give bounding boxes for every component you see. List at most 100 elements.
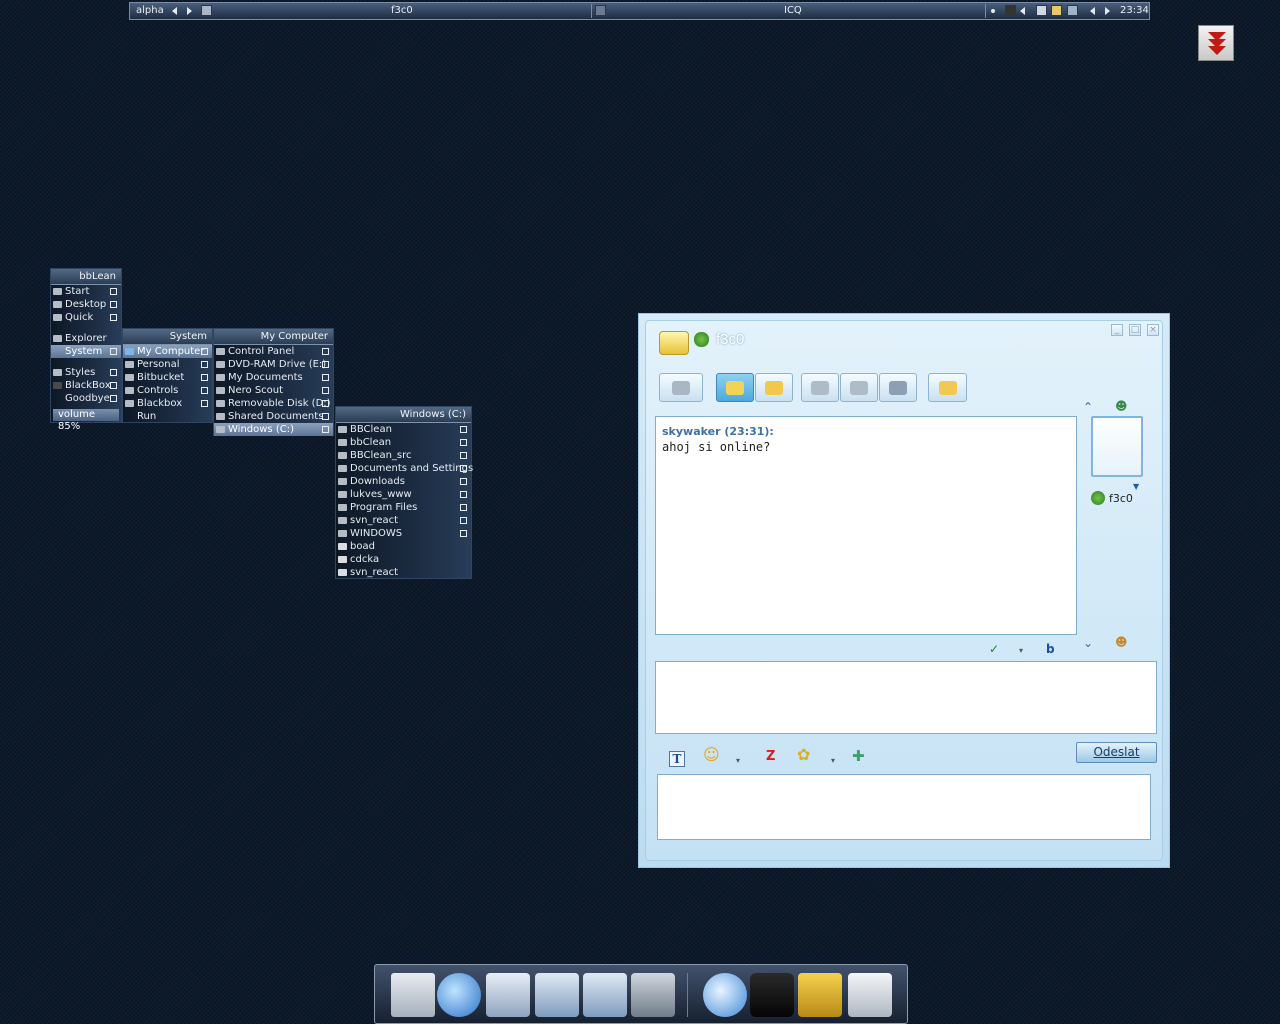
add-user-button[interactable]: [659, 373, 703, 402]
menu-item-lukves-www[interactable]: lukves_www: [336, 488, 471, 501]
avatar-dropdown-icon[interactable]: ▼: [1133, 480, 1139, 494]
collapse-up-icon[interactable]: ⌃: [1083, 400, 1093, 414]
xtraz-icon[interactable]: ✿: [797, 747, 810, 763]
file-transfer-icon: [938, 380, 957, 395]
folder-icon: [338, 465, 347, 472]
menu-item-bbclean-2[interactable]: bbClean: [336, 436, 471, 449]
text-format-icon[interactable]: T: [669, 751, 685, 767]
network-globe-icon[interactable]: [703, 973, 747, 1017]
computer-icon: [125, 348, 134, 355]
message-mode-button[interactable]: [716, 373, 754, 402]
contact-avatar[interactable]: [1091, 416, 1143, 477]
tray-checker-icon[interactable]: [1005, 5, 1016, 16]
menu-item-control-panel[interactable]: Control Panel: [214, 345, 333, 358]
tray-tool-icon[interactable]: [1067, 5, 1078, 16]
folder-icon: [338, 439, 347, 446]
tshirt-icon[interactable]: [750, 973, 794, 1017]
text-editor-icon[interactable]: [391, 973, 435, 1017]
zap-icon[interactable]: Z: [766, 750, 775, 764]
globe-icon[interactable]: [437, 973, 481, 1017]
music-folder-icon[interactable]: [535, 973, 579, 1017]
tray-network-icon[interactable]: [1036, 5, 1047, 16]
games-icon[interactable]: ✚: [852, 749, 865, 764]
menu-item-downloads[interactable]: Downloads: [336, 475, 471, 488]
documents-folder-icon[interactable]: [486, 973, 530, 1017]
dock-separator: [687, 973, 688, 1017]
menu-item-windows-c[interactable]: Windows (C:): [214, 423, 333, 436]
menu-item-goodbye[interactable]: Goodbye: [51, 392, 121, 405]
menu-item-start[interactable]: Start: [51, 285, 121, 298]
menu-item-boad[interactable]: boad: [336, 540, 471, 553]
menu-item-program-files[interactable]: Program Files: [336, 501, 471, 514]
minimize-button[interactable]: _: [1111, 324, 1123, 336]
menu-item-bbclean-src[interactable]: BBClean_src: [336, 449, 471, 462]
menu-item-nero-scout[interactable]: Nero Scout: [214, 384, 333, 397]
menu-item-svn-react-file[interactable]: svn_react: [336, 566, 471, 579]
menu-item-system[interactable]: System: [51, 345, 121, 358]
close-button[interactable]: ×: [1147, 324, 1159, 336]
xtraz-dropdown-icon[interactable]: ▾: [831, 754, 835, 768]
tray-dot-icon[interactable]: [991, 9, 995, 13]
window-task-icon[interactable]: [201, 5, 212, 16]
menu-item-run[interactable]: Run: [123, 410, 212, 423]
blackbox-icon: [53, 382, 62, 389]
menu-item-bitbucket[interactable]: Bitbucket: [123, 371, 212, 384]
menu-item-blackbox[interactable]: BlackBox: [51, 379, 121, 392]
menu-item-dvd-drive[interactable]: DVD-RAM Drive (E:): [214, 358, 333, 371]
voice-call-button[interactable]: [801, 373, 839, 402]
contact-name[interactable]: f3c0: [1109, 492, 1133, 505]
spellcheck-dropdown-icon[interactable]: ▾: [1019, 644, 1023, 658]
workspace-label[interactable]: alpha: [136, 3, 164, 19]
secondary-input[interactable]: [657, 774, 1151, 840]
menu-item-my-documents[interactable]: My Documents: [214, 371, 333, 384]
message-input[interactable]: [655, 661, 1157, 734]
folder-icon: [338, 530, 347, 537]
menu-item-documents-and-settings[interactable]: Documents and Settings: [336, 462, 473, 475]
sms-button[interactable]: [879, 373, 917, 402]
prev-workspace-icon[interactable]: [172, 7, 177, 15]
menu-item-quick[interactable]: Quick: [51, 311, 121, 324]
menu-item-personal[interactable]: Personal: [123, 358, 212, 371]
app-title[interactable]: ICQ: [784, 3, 802, 19]
download-accelerator-icon[interactable]: [1198, 25, 1234, 61]
recycle-bin-icon[interactable]: [848, 973, 892, 1017]
my-computer-menu: My Computer Control Panel DVD-RAM Drive …: [213, 328, 334, 436]
video-call-button[interactable]: [840, 373, 878, 402]
menu-item-styles[interactable]: Styles: [51, 366, 121, 379]
history-icon[interactable]: b: [1046, 642, 1055, 656]
system-tools-icon[interactable]: [631, 973, 675, 1017]
explorer-icon: [53, 335, 62, 342]
tray-download-icon[interactable]: [1051, 5, 1062, 16]
menu-item-explorer[interactable]: Explorer: [51, 332, 121, 345]
prev-tray-icon[interactable]: [1090, 7, 1095, 15]
tray-speaker-icon[interactable]: [1020, 7, 1025, 15]
icq-task-icon[interactable]: [595, 5, 606, 16]
collapse-down-icon[interactable]: ⌄: [1083, 636, 1093, 650]
file-transfer-button[interactable]: [928, 373, 967, 402]
menu-item-windows[interactable]: WINDOWS: [336, 527, 471, 540]
message-history[interactable]: skywaker (23:31): ahoj si online?: [655, 416, 1077, 635]
tools-hammer-icon[interactable]: [798, 973, 842, 1017]
menu-item-my-computer[interactable]: My Computer: [123, 345, 212, 358]
folder-icon: [338, 426, 347, 433]
menu-item-desktop[interactable]: Desktop: [51, 298, 121, 311]
task-title[interactable]: f3c0: [391, 3, 413, 19]
menu-item-bbclean[interactable]: BBClean: [336, 423, 471, 436]
next-tray-icon[interactable]: [1105, 7, 1110, 15]
menu-item-controls[interactable]: Controls: [123, 384, 212, 397]
maximize-button[interactable]: □: [1129, 324, 1141, 336]
spellcheck-icon[interactable]: ✓: [989, 642, 999, 656]
menu-item-shared-documents[interactable]: Shared Documents: [214, 410, 333, 423]
pictures-folder-icon[interactable]: [583, 973, 627, 1017]
menu-item-cdcka[interactable]: cdcka: [336, 553, 471, 566]
send-button[interactable]: Odeslat: [1076, 742, 1157, 763]
menu-item-removable-disk[interactable]: Removable Disk (D:): [214, 397, 333, 410]
menu-item-svn-react[interactable]: svn_react: [336, 514, 471, 527]
emoticons-dropdown-icon[interactable]: ▾: [736, 754, 740, 768]
next-workspace-icon[interactable]: [187, 7, 192, 15]
emoticons-icon[interactable]: ☺: [703, 747, 720, 763]
multi-message-button[interactable]: [755, 373, 793, 402]
volume-slider[interactable]: volume 85%: [53, 409, 119, 432]
folder-icon: [125, 400, 134, 407]
menu-item-blackbox-sub[interactable]: Blackbox: [123, 397, 212, 410]
